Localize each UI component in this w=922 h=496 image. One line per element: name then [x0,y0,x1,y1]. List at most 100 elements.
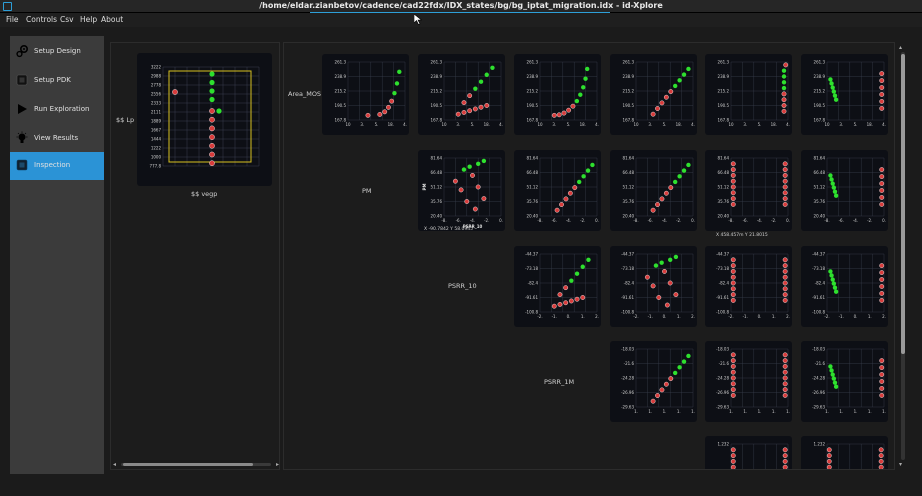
data-point[interactable] [586,257,591,262]
data-point[interactable] [831,185,837,190]
data-point[interactable] [659,196,665,202]
data-point[interactable] [782,464,788,469]
data-point[interactable] [832,93,838,98]
data-point[interactable] [730,286,736,292]
data-point[interactable] [681,72,687,77]
data-point[interactable] [730,202,736,207]
data-point[interactable] [382,109,388,115]
data-point[interactable] [833,193,839,198]
data-point[interactable] [781,108,787,114]
data-point[interactable] [831,89,837,94]
scatter-plot-cell[interactable]: -18.03 -21.6 -24.28 -26.96 -29.63 1. 1. 1. 1. 1. [801,341,888,422]
data-point[interactable] [668,257,673,262]
data-point[interactable] [782,268,788,274]
data-point[interactable] [569,278,574,283]
scatter-plot-cell[interactable]: 1.2321.232 [705,436,792,469]
data-point[interactable] [879,365,885,370]
data-point[interactable] [781,80,787,85]
scroll-down-icon[interactable]: ▾ [899,461,902,468]
data-point[interactable] [782,369,788,375]
data-point[interactable] [781,91,787,97]
data-point[interactable] [557,292,563,297]
data-point[interactable] [782,280,788,286]
data-point[interactable] [672,370,678,376]
menu-csv[interactable]: Csv [60,15,74,24]
data-point[interactable] [458,187,464,193]
data-point[interactable] [781,74,787,79]
data-point[interactable] [730,196,736,201]
data-point[interactable] [879,181,885,186]
data-point[interactable] [782,453,788,458]
sidebar-item-setup-pdk[interactable]: Setup PDK [10,67,104,95]
data-point[interactable] [878,464,884,469]
data-point[interactable] [730,190,736,196]
data-point[interactable] [581,85,586,90]
data-point[interactable] [681,168,687,173]
data-point[interactable] [476,161,481,166]
data-point[interactable] [730,268,736,274]
data-point[interactable] [473,86,478,91]
data-point[interactable] [831,281,837,286]
data-point[interactable] [556,112,562,118]
data-point[interactable] [467,164,472,169]
data-point[interactable] [782,363,788,369]
data-point[interactable] [668,185,674,190]
menu-about[interactable]: About [101,15,123,24]
data-point[interactable] [782,352,788,358]
data-point[interactable] [172,89,178,95]
data-point[interactable] [879,92,885,97]
data-point[interactable] [782,161,788,167]
data-point[interactable] [830,372,835,377]
data-point[interactable] [730,458,736,464]
scatter-plot-cell[interactable]: 81.64 66.48 51.12 35.76 20.40 -8. -6. -4. -2. 0. [514,150,601,231]
data-point[interactable] [209,125,215,132]
data-point[interactable] [481,158,487,164]
data-point[interactable] [581,174,586,179]
data-point[interactable] [672,179,678,185]
scatter-plot-cell[interactable]: 261.3 238.9 215.2 190.5 167.8 10 3. 5. 18. 4. [418,54,505,135]
data-point[interactable] [365,112,371,118]
data-point[interactable] [879,106,885,111]
parameter-scatter-plot[interactable]: 3222 2988 2778 2556 2333 2111 1889 1667 1444 1222… [137,53,272,186]
data-point[interactable] [484,72,489,77]
data-point[interactable] [570,103,576,109]
data-point[interactable] [782,447,788,453]
vertical-scrollbar[interactable]: ▴ ▾ [899,44,907,468]
data-point[interactable] [828,364,833,369]
data-point[interactable] [879,78,885,83]
data-point[interactable] [561,110,567,116]
data-point[interactable] [826,464,832,469]
data-point[interactable] [879,195,885,200]
data-point[interactable] [879,386,885,391]
data-point[interactable] [672,83,678,89]
data-point[interactable] [467,93,473,99]
data-point[interactable] [686,66,691,72]
data-point[interactable] [394,81,400,86]
data-point[interactable] [655,202,660,207]
data-point[interactable] [663,381,669,387]
data-point[interactable] [828,77,833,82]
data-point[interactable] [377,112,383,117]
data-point[interactable] [782,381,788,387]
data-point[interactable] [879,202,885,207]
data-point[interactable] [879,277,885,282]
scatter-plot-cell[interactable]: 81.64 66.48 51.12 35.76 20.40 -8. -6. -4. -2. 0. [801,150,888,231]
data-point[interactable] [455,111,461,117]
data-point[interactable] [783,62,789,68]
scatter-plot-cell[interactable]: -44.37 -73.18 -82.4 -91.61 -100.8 -2. -1. 0. 1. 2… [801,246,888,327]
data-point[interactable] [574,271,580,276]
data-point[interactable] [826,453,832,458]
data-point[interactable] [782,257,788,263]
data-point[interactable] [472,206,478,212]
data-point[interactable] [659,387,665,393]
data-point[interactable] [879,270,885,275]
scatter-plot-cell[interactable]: 81.64 66.48 51.12 35.76 20.40 -8. -6. -4. -2. 0. P… [418,150,505,231]
data-point[interactable] [563,300,569,306]
data-point[interactable] [563,196,569,202]
data-point[interactable] [832,285,838,290]
scatter-plot-cell[interactable]: 261.3 238.9 215.2 190.5 167.8 10 3. 5. 18. 4. [705,54,792,135]
data-point[interactable] [650,111,656,117]
data-point[interactable] [782,172,788,178]
data-point[interactable] [677,365,682,370]
data-point[interactable] [578,92,583,97]
